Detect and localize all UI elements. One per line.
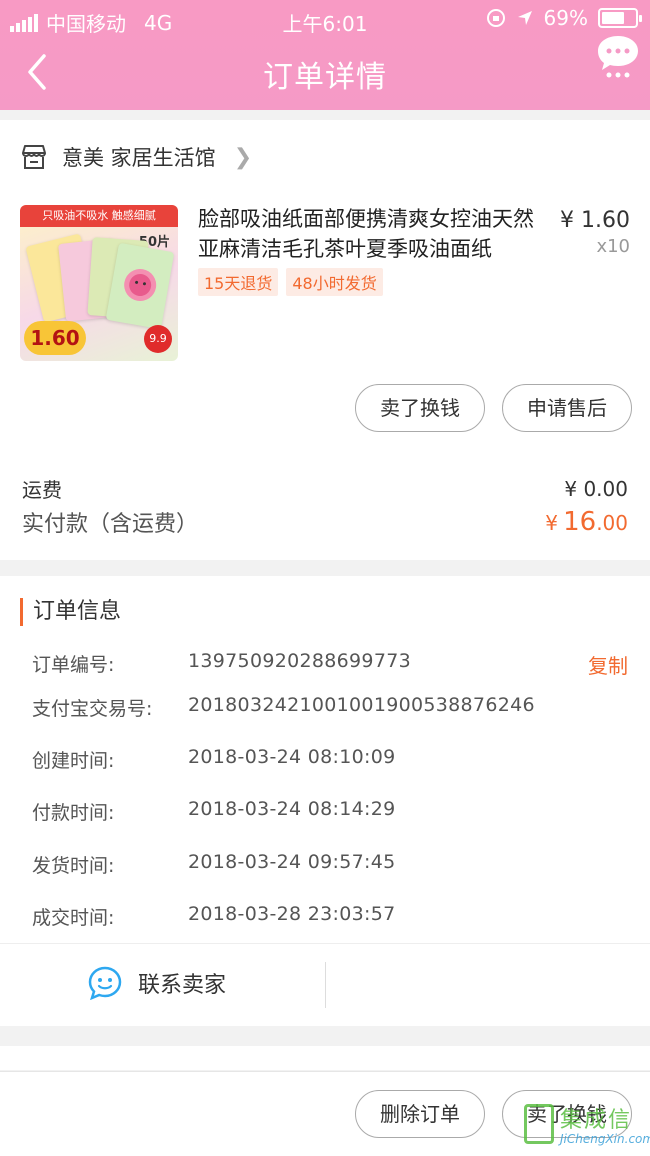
shop-name: 意美 家居生活馆: [62, 146, 216, 170]
image-price-tag: 1.60: [24, 321, 86, 355]
orientation-lock-icon: [486, 9, 505, 27]
total-label: 实付款（含运费）: [22, 512, 199, 537]
contact-seller-label: 联系卖家: [138, 973, 227, 998]
watermelon-icon: [124, 269, 157, 302]
battery-icon: [598, 8, 642, 28]
service-tags: 15天退货 48小时发货: [198, 268, 383, 296]
order-info-card: 订单信息 订单编号: 139750920288699773 复制 支付宝交易号:…: [0, 576, 650, 1026]
paid-time-row: 付款时间: 2018-03-24 08:14:29: [32, 798, 628, 828]
watermark-url: JiChengXin.com: [560, 1132, 650, 1146]
total-currency: ¥: [545, 511, 558, 535]
image-banner: 只吸油不吸水 触感细腻: [20, 205, 178, 227]
total-integer: 16: [563, 507, 597, 537]
info-label: 支付宝交易号:: [32, 698, 153, 720]
info-label: 订单编号:: [32, 654, 115, 676]
shipping-label: 运费: [22, 478, 62, 502]
created-time-row: 创建时间: 2018-03-24 08:10:09: [32, 746, 628, 776]
product-title[interactable]: 脸部吸油纸面部便携清爽女控油天然亚麻清洁毛孔茶叶夏季吸油面纸: [198, 204, 548, 264]
delete-order-button[interactable]: 删除订单: [355, 1090, 485, 1138]
completed-time-row: 成交时间: 2018-03-28 23:03:57: [32, 903, 628, 933]
sell-for-cash-button[interactable]: 卖了换钱: [355, 384, 485, 432]
location-arrow-icon: [517, 11, 532, 25]
status-bar: 中国移动 4G 上午6:01 69%: [0, 0, 650, 40]
shop-icon: [22, 145, 46, 169]
chevron-right-icon: ❯: [233, 144, 253, 170]
product-price: ¥ 1.60: [560, 208, 630, 233]
created-time: 2018-03-24 08:10:09: [188, 746, 396, 768]
info-label: 付款时间:: [32, 802, 115, 824]
watermark-text: 集成信: [560, 1108, 633, 1133]
order-number: 139750920288699773: [188, 650, 411, 672]
total-decimal: .00: [596, 511, 628, 535]
bottom-action-bar: 删除订单 卖了换钱 集成信 JiChengXin.com: [0, 1071, 650, 1156]
completed-time: 2018-03-28 23:03:57: [188, 903, 396, 925]
image-promo-badge: 9.9: [144, 325, 172, 353]
alipay-trade-number: 2018032421001001900538876246: [188, 694, 535, 716]
total-value: ¥ 16.00: [545, 507, 628, 537]
page-title: 订单详情: [263, 60, 387, 95]
shipped-time: 2018-03-24 09:57:45: [188, 851, 396, 873]
alipay-trade-row: 支付宝交易号: 2018032421001001900538876246: [32, 694, 628, 724]
shop-link[interactable]: 意美 家居生活馆 ❯: [20, 142, 252, 172]
tag-return: 15天退货: [198, 268, 279, 296]
shipped-time-row: 发货时间: 2018-03-24 09:57:45: [32, 851, 628, 881]
watermark-logo: 集成信 JiChengXin.com: [522, 1098, 650, 1156]
watermark-mark: [524, 1104, 554, 1144]
product-sheet-front: [105, 242, 175, 330]
copy-button[interactable]: 复制: [588, 650, 628, 679]
chat-bubble-icon: [88, 966, 122, 1000]
battery-percent: 69%: [543, 6, 588, 30]
spacer-bar: [0, 1046, 650, 1070]
after-sale-button[interactable]: 申请售后: [502, 384, 632, 432]
product-image[interactable]: 只吸油不吸水 触感细腻 50片 1.60 9.9: [20, 205, 178, 361]
paid-time: 2018-03-24 08:14:29: [188, 798, 396, 820]
message-icon[interactable]: [596, 34, 640, 80]
info-label: 发货时间:: [32, 855, 115, 877]
order-number-row: 订单编号: 139750920288699773 复制: [32, 650, 628, 680]
vertical-divider: [325, 962, 326, 1008]
shipping-row: 运费 ¥ 0.00: [22, 474, 628, 503]
info-label: 创建时间:: [32, 750, 115, 772]
header-bar: 中国移动 4G 上午6:01 69% 订单详情: [0, 0, 650, 110]
info-label: 成交时间:: [32, 907, 115, 929]
section-title: 订单信息: [20, 598, 121, 626]
contact-seller-button[interactable]: 联系卖家: [88, 966, 226, 1000]
divider: [0, 943, 650, 944]
shipping-value: ¥ 0.00: [564, 476, 628, 501]
total-row: 实付款（含运费） ¥ 16.00: [22, 506, 628, 538]
tag-shipping: 48小时发货: [286, 268, 383, 296]
order-item-card: 意美 家居生活馆 ❯ 只吸油不吸水 触感细腻 50片 1.60 9.9 脸部吸油…: [0, 120, 650, 560]
product-quantity: x10: [596, 236, 630, 257]
